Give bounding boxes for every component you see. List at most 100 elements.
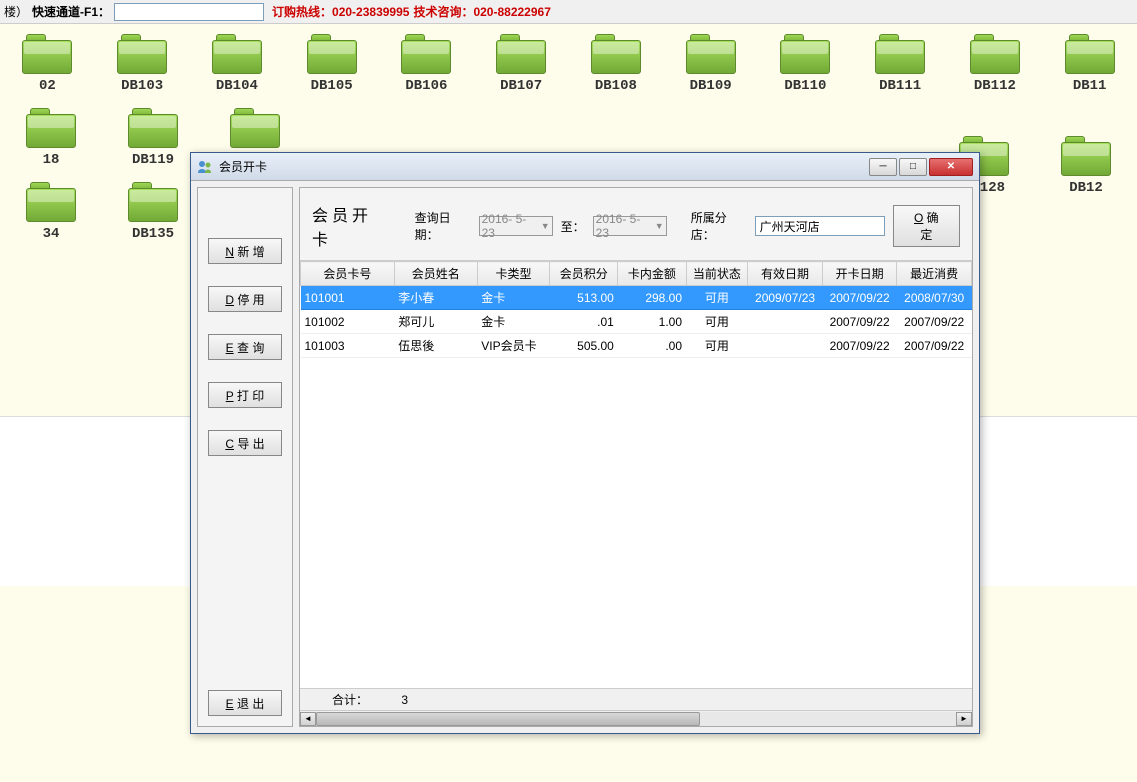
folder-label: 34: [0, 226, 102, 242]
folder-label: DB103: [95, 78, 190, 94]
horizontal-scrollbar[interactable]: ◄ ►: [300, 710, 972, 726]
folder-icon: [496, 34, 546, 74]
grid-header[interactable]: 会员积分: [550, 262, 618, 286]
table-row[interactable]: 101001李小春金卡513.00298.00可用2009/07/232007/…: [301, 286, 972, 310]
folder-label: DB110: [758, 78, 853, 94]
folder-label: DB12: [1035, 180, 1137, 196]
white-panel-right: [980, 416, 1137, 586]
folder-item[interactable]: 18: [0, 108, 102, 168]
folder-item[interactable]: DB108: [569, 34, 664, 94]
close-button[interactable]: ✕: [929, 158, 973, 176]
white-panel: [0, 416, 190, 586]
folder-item[interactable]: DB105: [284, 34, 379, 94]
folder-item[interactable]: DB111: [853, 34, 948, 94]
folder-icon: [780, 34, 830, 74]
grid-header[interactable]: 当前状态: [686, 262, 748, 286]
folder-icon: [1065, 34, 1115, 74]
folder-icon: [875, 34, 925, 74]
folder-item[interactable]: 02: [0, 34, 95, 94]
minimize-button[interactable]: ─: [869, 158, 897, 176]
query-form: 会员开卡 查询日期： 2016- 5-23▼ 至： 2016- 5-23▼ 所属…: [300, 188, 972, 261]
table-row[interactable]: 101003伍思後VIP会员卡505.00.00可用2007/09/222007…: [301, 334, 972, 358]
folder-item[interactable]: 34: [0, 182, 102, 242]
dropdown-icon: ▼: [541, 221, 550, 231]
folder-item[interactable]: DB135: [102, 182, 204, 242]
folder-icon: [128, 108, 178, 148]
disable-button[interactable]: D 停 用: [208, 286, 282, 312]
folder-label: DB105: [284, 78, 379, 94]
folder-item[interactable]: DB109: [663, 34, 758, 94]
grid-header[interactable]: 有效日期: [748, 262, 823, 286]
right-panel: 会员开卡 查询日期： 2016- 5-23▼ 至： 2016- 5-23▼ 所属…: [299, 187, 973, 727]
date-to-select[interactable]: 2016- 5-23▼: [593, 216, 667, 236]
folder-label: DB106: [379, 78, 474, 94]
grid-header[interactable]: 卡内金额: [618, 262, 686, 286]
folder-icon: [22, 34, 72, 74]
folder-label: DB135: [102, 226, 204, 242]
side-button-panel: N 新 增 D 停 用 E 查 询 P 打 印 C 导 出 E 退 出: [197, 187, 293, 727]
folder-icon: [686, 34, 736, 74]
print-button[interactable]: P 打 印: [208, 382, 282, 408]
folder-item[interactable]: DB12: [1035, 136, 1137, 196]
folder-label: DB108: [569, 78, 664, 94]
folder-item[interactable]: DB103: [95, 34, 190, 94]
folder-label: DB107: [474, 78, 569, 94]
folder-label: DB11: [1042, 78, 1137, 94]
to-label: 至：: [561, 218, 585, 235]
folder-icon: [591, 34, 641, 74]
folder-item[interactable]: DB11: [1042, 34, 1137, 94]
exit-button[interactable]: E 退 出: [208, 690, 282, 716]
people-icon: [197, 159, 213, 175]
folder-icon: [26, 108, 76, 148]
grid-header[interactable]: 会员姓名: [394, 262, 477, 286]
folder-label: DB111: [853, 78, 948, 94]
order-hotline: 订购热线：020-23839995: [272, 3, 409, 20]
building-fragment: 楼）: [4, 3, 28, 20]
data-grid[interactable]: 会员卡号会员姓名卡类型会员积分卡内金额当前状态有效日期开卡日期最近消费 1010…: [300, 261, 972, 688]
folder-icon: [230, 108, 280, 148]
member-card-dialog: 会员开卡 ─ □ ✕ N 新 增 D 停 用 E 查 询 P 打 印 C 导 出…: [190, 152, 980, 734]
top-toolbar: 楼） 快速通道-F1： 订购热线：020-23839995 技术咨询：020-8…: [0, 0, 1137, 24]
folder-label: 02: [0, 78, 95, 94]
folder-label: DB109: [663, 78, 758, 94]
folder-icon: [128, 182, 178, 222]
folder-item[interactable]: DB104: [190, 34, 285, 94]
new-button[interactable]: N 新 增: [208, 238, 282, 264]
folder-item[interactable]: DB107: [474, 34, 569, 94]
quick-channel-input[interactable]: [114, 3, 264, 21]
dialog-title: 会员开卡: [219, 158, 869, 175]
scroll-thumb[interactable]: [316, 712, 700, 726]
total-label: 合计：: [332, 693, 368, 707]
total-count: 3: [401, 693, 408, 707]
form-title: 会员开卡: [312, 202, 387, 250]
folder-icon: [970, 34, 1020, 74]
folder-icon: [117, 34, 167, 74]
folder-item[interactable]: DB110: [758, 34, 853, 94]
folder-item[interactable]: DB119: [102, 108, 204, 168]
ok-button[interactable]: O 确 定: [893, 205, 960, 247]
scroll-right-icon[interactable]: ►: [956, 712, 972, 726]
dialog-title-bar: 会员开卡 ─ □ ✕: [191, 153, 979, 181]
folder-label: 18: [0, 152, 102, 168]
folder-label: DB112: [948, 78, 1043, 94]
grid-header[interactable]: 会员卡号: [301, 262, 395, 286]
grid-header[interactable]: 最近消费: [897, 262, 972, 286]
query-button[interactable]: E 查 询: [208, 334, 282, 360]
folder-icon: [1061, 136, 1111, 176]
folder-icon: [307, 34, 357, 74]
date-from-select[interactable]: 2016- 5-23▼: [479, 216, 553, 236]
tech-support: 技术咨询：020-88222967: [413, 3, 550, 20]
branch-input[interactable]: [755, 216, 885, 236]
grid-header[interactable]: 开卡日期: [822, 262, 897, 286]
table-row[interactable]: 101002郑可儿金卡.011.00可用2007/09/222007/09/22: [301, 310, 972, 334]
scroll-left-icon[interactable]: ◄: [300, 712, 316, 726]
folder-icon: [26, 182, 76, 222]
branch-label: 所属分店：: [691, 209, 747, 243]
maximize-button[interactable]: □: [899, 158, 927, 176]
folder-icon: [212, 34, 262, 74]
grid-header[interactable]: 卡类型: [477, 262, 549, 286]
folder-item[interactable]: DB112: [948, 34, 1043, 94]
folder-label: DB119: [102, 152, 204, 168]
export-button[interactable]: C 导 出: [208, 430, 282, 456]
folder-item[interactable]: DB106: [379, 34, 474, 94]
